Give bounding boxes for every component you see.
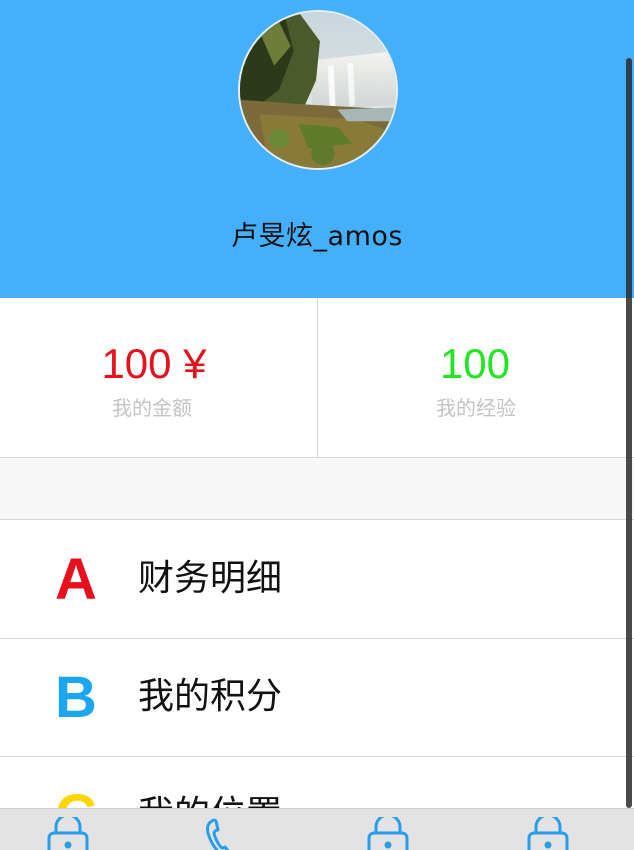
experience-stat[interactable]: 100 我的经验 — [317, 298, 633, 458]
phone-icon — [206, 818, 230, 850]
menu-label-finance: 财务明细 — [138, 558, 283, 599]
avatar[interactable] — [238, 10, 398, 170]
profile-screen: 卢旻炫_amos 100 ¥ 我的金额 100 我的经验 A 财务明细 B 我的… — [0, 0, 634, 850]
menu-item-finance[interactable]: A 财务明细 — [0, 521, 634, 639]
balance-value: 100 ¥ — [101, 340, 207, 387]
lock-icon — [47, 817, 89, 850]
lock-icon — [367, 817, 409, 850]
section-divider — [0, 459, 634, 520]
menu-item-points[interactable]: B 我的积分 — [0, 639, 634, 757]
menu-letter-a-icon: A — [55, 547, 97, 612]
tab-3[interactable] — [364, 817, 412, 850]
balance-stat[interactable]: 100 ¥ 我的金额 — [0, 298, 316, 458]
menu-list: A 财务明细 B 我的积分 C 我的位置 — [0, 521, 634, 850]
scrollbar[interactable] — [626, 58, 632, 808]
profile-header: 卢旻炫_amos — [0, 0, 634, 298]
experience-value: 100 — [439, 340, 511, 387]
stats-panel: 100 ¥ 我的金额 100 我的经验 — [0, 298, 634, 458]
tab-bar — [0, 808, 634, 850]
avatar-image — [240, 12, 396, 168]
username: 卢旻炫_amos — [231, 221, 403, 252]
menu-letter-b-icon: B — [55, 665, 97, 730]
experience-label: 我的经验 — [436, 396, 516, 420]
menu-label-points: 我的积分 — [138, 676, 283, 717]
lock-icon — [527, 817, 569, 850]
balance-label: 我的金额 — [112, 396, 192, 420]
tab-4[interactable] — [524, 817, 572, 850]
tab-1[interactable] — [44, 817, 92, 850]
tab-2[interactable] — [200, 817, 248, 850]
